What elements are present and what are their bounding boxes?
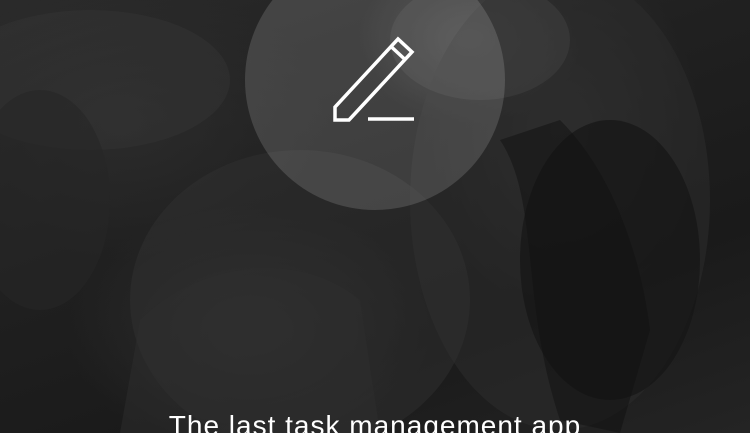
onboarding-screen: The last task management app (0, 0, 750, 433)
tagline: The last task management app (168, 410, 582, 433)
pencil-icon (333, 36, 415, 122)
